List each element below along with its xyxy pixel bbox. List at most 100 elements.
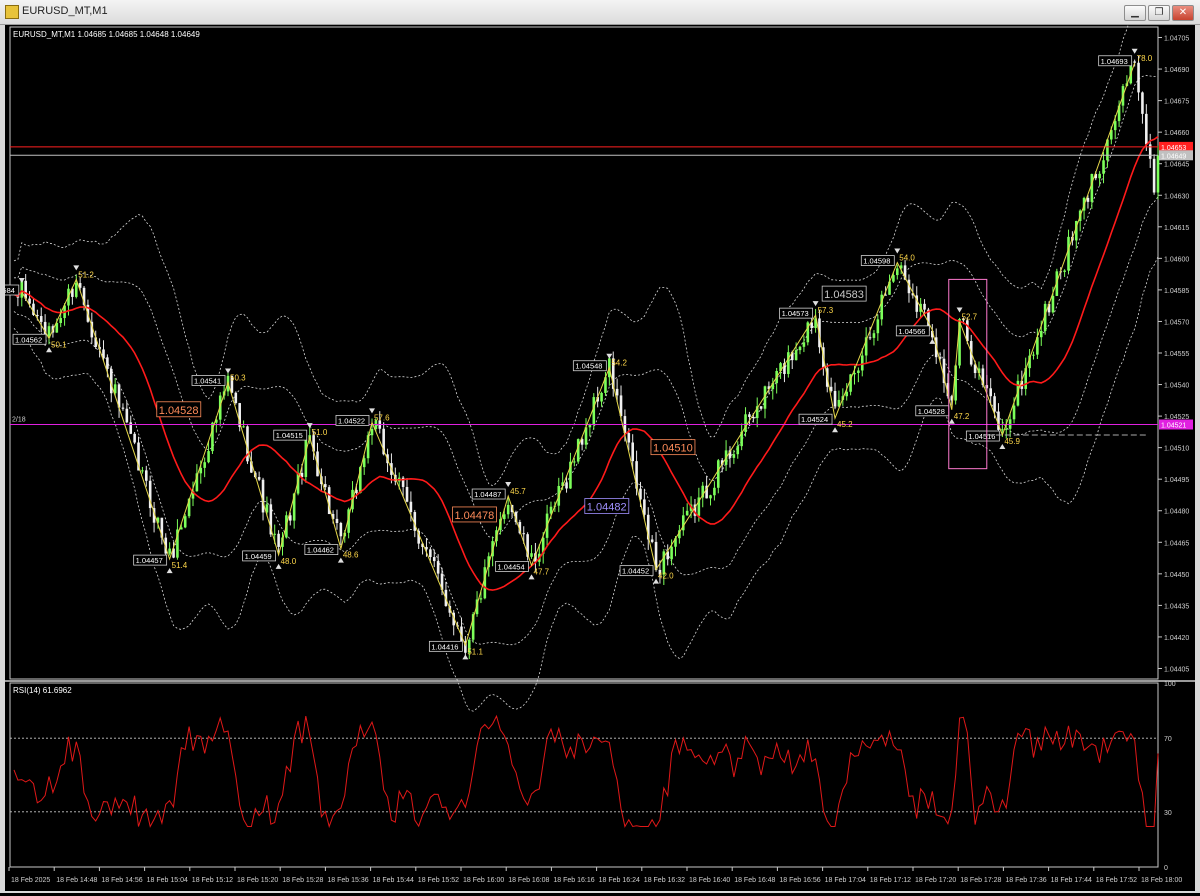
candle-body (432, 557, 436, 562)
restore-button[interactable]: ❐ (1148, 5, 1170, 21)
candle-body (479, 598, 483, 600)
horizontal-line-caption: 2/18 (12, 417, 26, 424)
time-tick-label: 18 Feb 17:04 (825, 877, 866, 884)
candle-body (1152, 158, 1156, 193)
main-panel-frame (9, 26, 1159, 680)
time-axis: 18 Feb 2025 18 Feb 14:48 18 Feb 14:56 18 Fe… (8, 867, 1182, 884)
candle-body (860, 355, 864, 371)
time-tick-label: 18 Feb 16:40 (689, 877, 730, 884)
pivot-price-label: 1.04693 (1101, 57, 1128, 66)
candle-body (588, 424, 592, 428)
time-tick-label: 18 Feb 16:24 (599, 877, 640, 884)
candle-body (141, 470, 144, 472)
rsi-tick-label: 100 (1164, 681, 1176, 688)
pivot-percent-label: 54.2 (611, 359, 627, 368)
candle-body (1032, 354, 1035, 356)
candle-body (405, 486, 409, 502)
candle-body (650, 539, 654, 542)
pivot-percent-label: 57.6 (374, 413, 390, 422)
candle-body (787, 352, 790, 375)
rsi-tick-label: 0 (1164, 865, 1168, 872)
pivot-price-label: 1.04548 (575, 362, 602, 371)
pivot-price-label: 1.04452 (622, 567, 649, 576)
pivot-percent-label: 54.0 (899, 254, 915, 263)
candle-body (183, 516, 187, 528)
pivot-price-label: 1.04566 (898, 327, 925, 336)
pivot-price-label: 1.04522 (338, 416, 365, 425)
candle-body (168, 548, 171, 554)
candle-body (895, 268, 899, 276)
candle-body (573, 461, 576, 463)
price-tick-label: 1.04420 (1164, 635, 1189, 642)
chart-area[interactable]: 1.04705 1.04690 1.04675 1.04660 1.04645 1.046… (0, 0, 1195, 891)
price-line-tag-label: 1.04649 (1161, 153, 1186, 160)
time-tick-label: 18 Feb 15:36 (327, 877, 368, 884)
candle-body (409, 501, 413, 513)
pivot-price-label: 1.04598 (863, 257, 890, 266)
candle-body (144, 470, 148, 481)
pivot-price-label: 1.04515 (276, 431, 303, 440)
pivot-price-label: 1.04584 (5, 286, 15, 295)
price-tick-label: 1.04660 (1164, 130, 1189, 137)
candle-body (273, 533, 277, 535)
candle-body (1098, 173, 1101, 179)
candle-body (234, 392, 238, 404)
chart-app-icon (5, 5, 19, 19)
candle-body (1137, 62, 1140, 93)
candle-body (853, 372, 856, 375)
candle-body (36, 314, 39, 317)
candle-body (857, 370, 860, 373)
candle-body (242, 426, 245, 428)
candle-body (966, 320, 969, 342)
pivot-percent-label: 51.4 (172, 561, 188, 570)
candle-body (1001, 429, 1004, 431)
candle-body (530, 553, 533, 557)
minimize-button[interactable]: ▁ (1124, 5, 1146, 21)
candle-body (323, 484, 327, 488)
candle-body (833, 390, 837, 407)
terminal-window: EURUSD_MT,M1 ▁ ❐ ✕ 1.04705 1.04690 1.04675… (0, 0, 1200, 893)
price-chart-svg[interactable]: 1.04705 1.04690 1.04675 1.04660 1.04645 1.046… (0, 0, 1195, 891)
time-tick-label: 18 Feb 16:16 (553, 877, 594, 884)
pivot-percent-label: 52.7 (962, 312, 978, 321)
candle-body (868, 337, 872, 339)
chart-window-titlebar[interactable]: EURUSD_MT,M1 ▁ ❐ ✕ (0, 0, 1200, 25)
pivot-price-label: 1.04541 (194, 376, 221, 385)
price-axis: 1.04705 1.04690 1.04675 1.04660 1.04645 1.046… (1158, 36, 1189, 673)
pivot-percent-label: 51.2 (78, 270, 94, 279)
chart-info-label: EURUSD_MT,M1 1.04685 1.04685 1.04648 1.0… (13, 30, 200, 39)
rsi-panel: RSI(14) 61.6962 100 70 30 0 (10, 681, 1176, 872)
time-tick-label: 18 Feb 17:12 (870, 877, 911, 884)
time-tick-label: 18 Feb 16:08 (508, 877, 549, 884)
candle-body (483, 567, 487, 599)
price-tick-label: 1.04450 (1164, 572, 1189, 579)
candle-body (1156, 155, 1160, 193)
price-line-tag-label: 1.04521 (1161, 423, 1186, 430)
window-title: EURUSD_MT,M1 (22, 5, 108, 17)
pivot-price-label: 1.04459 (245, 552, 272, 561)
time-tick-label: 18 Feb 16:00 (463, 877, 504, 884)
pivot-percent-label: 48.0 (281, 557, 297, 566)
pivot-price-label: 1.04487 (474, 490, 501, 499)
pivot-price-label: 1.04573 (782, 309, 809, 318)
candle-body (759, 406, 763, 409)
candle-body (20, 280, 24, 298)
rsi-tick-label: 30 (1164, 810, 1172, 817)
price-tick-label: 1.04645 (1164, 162, 1189, 169)
candle-body (74, 283, 78, 297)
time-tick-label: 18 Feb 17:36 (1005, 877, 1046, 884)
time-tick-label: 18 Feb 2025 (11, 877, 50, 884)
time-tick-label: 18 Feb 14:48 (56, 877, 97, 884)
time-tick-label: 18 Feb 16:32 (644, 877, 685, 884)
candle-body (615, 388, 619, 396)
candle-body (685, 510, 689, 516)
candle-body (1141, 92, 1144, 114)
close-button[interactable]: ✕ (1172, 5, 1194, 21)
time-tick-label: 18 Feb 16:56 (779, 877, 820, 884)
price-tick-label: 1.04705 (1164, 36, 1189, 43)
candle-body (502, 514, 506, 520)
candle-body (24, 280, 27, 299)
candle-body (989, 388, 992, 397)
pivot-percent-label: 47.2 (954, 412, 970, 421)
rsi-panel-frame (9, 682, 1159, 868)
